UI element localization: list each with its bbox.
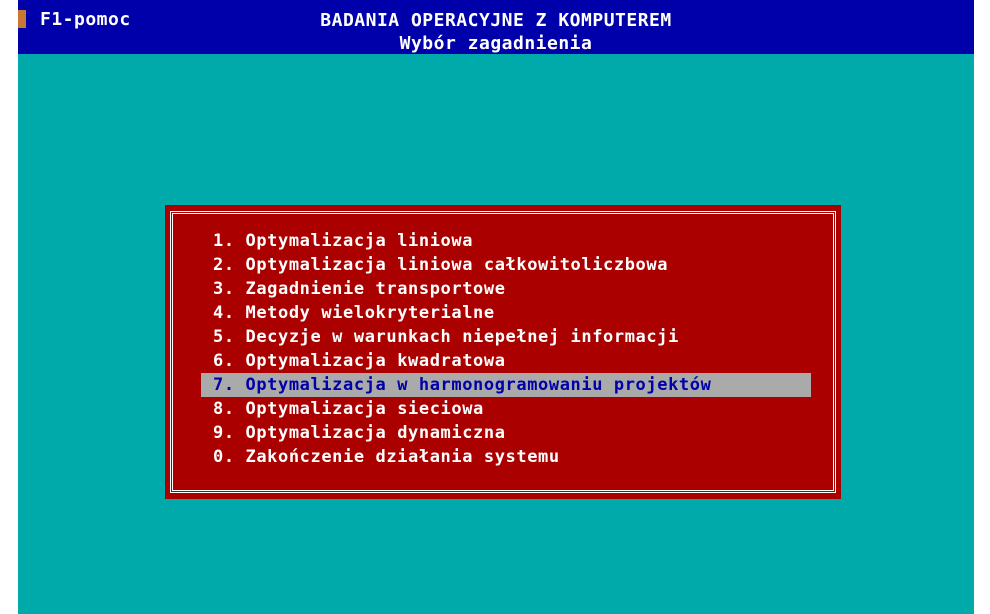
title-bar: F1-pomoc BADANIA OPERACYJNE Z KOMPUTEREM… [18,0,974,54]
menu-item-project-scheduling[interactable]: 7. Optymalizacja w harmonogramowaniu pro… [201,373,811,397]
menu-item-multicriteria-methods[interactable]: 4. Metody wielokryterialne [201,301,811,325]
menu-item-transport-problem[interactable]: 3. Zagadnienie transportowe [201,277,811,301]
app-title: BADANIA OPERACYJNE Z KOMPUTEREM [320,10,672,31]
menu-item-integer-linear-optimization[interactable]: 2. Optymalizacja liniowa całkowitoliczbo… [201,253,811,277]
screen-subtitle: Wybór zagadnienia [399,33,593,54]
main-menu-list: 1. Optymalizacja liniowa 2. Optymalizacj… [201,229,811,469]
menu-item-quadratic-optimization[interactable]: 6. Optymalizacja kwadratowa [201,349,811,373]
menu-item-linear-optimization[interactable]: 1. Optymalizacja liniowa [201,229,811,253]
menu-item-exit-system[interactable]: 0. Zakończenie działania systemu [201,445,811,469]
menu-item-dynamic-optimization[interactable]: 9. Optymalizacja dynamiczna [201,421,811,445]
main-menu-panel: 1. Optymalizacja liniowa 2. Optymalizacj… [165,205,841,499]
dos-screen: F1-pomoc BADANIA OPERACYJNE Z KOMPUTEREM… [18,0,974,614]
menu-item-decisions-incomplete-info[interactable]: 5. Decyzje w warunkach niepełnej informa… [201,325,811,349]
menu-item-network-optimization[interactable]: 8. Optymalizacja sieciowa [201,397,811,421]
